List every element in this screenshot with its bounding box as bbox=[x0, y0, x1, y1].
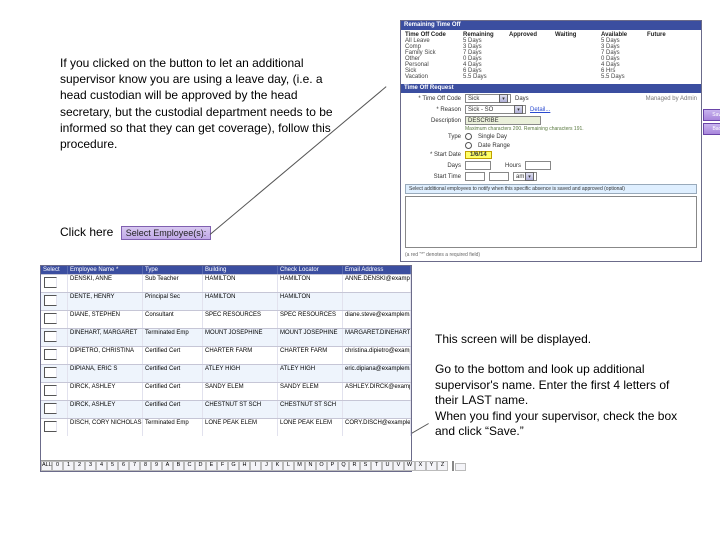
alpha-filter-W[interactable]: W bbox=[404, 461, 415, 471]
alpha-filter-Z[interactable]: Z bbox=[437, 461, 448, 471]
alpha-filter-M[interactable]: M bbox=[294, 461, 305, 471]
click-here-text: Click here bbox=[60, 225, 113, 239]
label-start-date: * Start Date bbox=[405, 152, 461, 158]
row-select-checkbox[interactable] bbox=[44, 349, 57, 360]
label-description: Description bbox=[405, 118, 461, 124]
alpha-filter-U[interactable]: U bbox=[382, 461, 393, 471]
detail-link[interactable]: Detail... bbox=[530, 107, 550, 113]
employee-table-header: Select Employee Name * Type Building Che… bbox=[41, 266, 411, 274]
label-reason: * Reason bbox=[405, 107, 461, 113]
alpha-filter-X[interactable]: X bbox=[415, 461, 426, 471]
employee-table: Select Employee Name * Type Building Che… bbox=[40, 265, 412, 472]
table-row: DIANE, STEPHENConsultantSPEC RESOURCESSP… bbox=[41, 310, 411, 328]
alpha-filter-S[interactable]: S bbox=[360, 461, 371, 471]
alpha-filter-V[interactable]: V bbox=[393, 461, 404, 471]
alpha-filter-P[interactable]: P bbox=[327, 461, 338, 471]
alpha-filter-B[interactable]: B bbox=[173, 461, 184, 471]
form-titlebar-request: Time Off Request bbox=[401, 84, 701, 93]
timeoff-form-panel: Remaining Time Off Time Off Code Remaini… bbox=[400, 20, 702, 262]
instruction-paragraph-1: If you clicked on the button to let an a… bbox=[60, 55, 350, 152]
label-type: Type bbox=[405, 134, 461, 140]
row-select-checkbox[interactable] bbox=[44, 367, 57, 378]
table-row: DINEHART, MARGARETTerminated EmpMOUNT JO… bbox=[41, 328, 411, 346]
alpha-filter-1[interactable]: 1 bbox=[63, 461, 74, 471]
label-days: Days bbox=[405, 163, 461, 169]
table-row: DENSKI, ANNESub TeacherHAMILTONHAMILTONA… bbox=[41, 274, 411, 292]
label-code: * Time Off Code bbox=[405, 96, 461, 102]
alpha-filter-4[interactable]: 4 bbox=[96, 461, 107, 471]
input-days[interactable] bbox=[465, 161, 491, 170]
row-select-checkbox[interactable] bbox=[44, 403, 57, 414]
alpha-filter-Q[interactable]: Q bbox=[338, 461, 349, 471]
alpha-filter-D[interactable]: D bbox=[195, 461, 206, 471]
alpha-filter-7[interactable]: 7 bbox=[129, 461, 140, 471]
alpha-filter-8[interactable]: 8 bbox=[140, 461, 151, 471]
row-select-checkbox[interactable] bbox=[44, 331, 57, 342]
alpha-filter-A[interactable]: A bbox=[162, 461, 173, 471]
alpha-filter-2[interactable]: 2 bbox=[74, 461, 85, 471]
select-reason[interactable]: Sick - SO▾ bbox=[465, 105, 526, 114]
alpha-filter-N[interactable]: N bbox=[305, 461, 316, 471]
alpha-filter-J[interactable]: J bbox=[261, 461, 272, 471]
input-start-date[interactable]: 1/6/14 bbox=[465, 151, 492, 159]
row-select-checkbox[interactable] bbox=[44, 277, 57, 288]
alpha-filter-T[interactable]: T bbox=[371, 461, 382, 471]
alpha-filter-3[interactable]: 3 bbox=[85, 461, 96, 471]
table-row: DENTE, HENRYPrincipal SecHAMILTONHAMILTO… bbox=[41, 292, 411, 310]
alpha-filter-5[interactable]: 5 bbox=[107, 461, 118, 471]
alpha-filter-F[interactable]: F bbox=[217, 461, 228, 471]
alpha-filter-9[interactable]: 9 bbox=[151, 461, 162, 471]
row-select-checkbox[interactable] bbox=[44, 295, 57, 306]
table-row: DIRCK, ASHLEYCertified CertSANDY ELEMSAN… bbox=[41, 382, 411, 400]
radio-single-day[interactable] bbox=[465, 133, 472, 140]
alpha-filter-O[interactable]: O bbox=[316, 461, 327, 471]
alpha-filter-R[interactable]: R bbox=[349, 461, 360, 471]
chevron-down-icon: ▾ bbox=[514, 105, 523, 114]
table-row: DIPIETRO, CHRISTINACertified CertCHARTER… bbox=[41, 346, 411, 364]
alpha-filter-L[interactable]: L bbox=[283, 461, 294, 471]
row-select-checkbox[interactable] bbox=[44, 421, 57, 432]
text-cursor-icon bbox=[455, 463, 466, 471]
input-hour[interactable] bbox=[465, 172, 485, 181]
instruction-caption-2: This screen will be displayed. bbox=[435, 332, 591, 346]
table-row: DIRCK, ASHLEYCertified CertCHESTNUT ST S… bbox=[41, 400, 411, 418]
row-select-checkbox[interactable] bbox=[44, 313, 57, 324]
remaining-grid: Time Off Code Remaining Approved Waiting… bbox=[401, 30, 701, 82]
alpha-filter-0[interactable]: 0 bbox=[52, 461, 63, 471]
notify-note: Select additional employees to notify wh… bbox=[405, 184, 697, 194]
alpha-filter-I[interactable]: I bbox=[250, 461, 261, 471]
alpha-filter-G[interactable]: G bbox=[228, 461, 239, 471]
alpha-filter-H[interactable]: H bbox=[239, 461, 250, 471]
form-titlebar-remaining: Remaining Time Off bbox=[401, 21, 701, 30]
save-button[interactable]: Save bbox=[703, 109, 720, 121]
label-hours: Hours bbox=[495, 163, 521, 169]
select-timeoff-code[interactable]: Sick▾ bbox=[465, 94, 511, 103]
alpha-filter-ALL[interactable]: ALL bbox=[41, 461, 52, 471]
chevron-down-icon: ▾ bbox=[525, 172, 534, 181]
label-start-time: Start Time bbox=[405, 174, 461, 180]
alpha-filter-C[interactable]: C bbox=[184, 461, 195, 471]
click-here-line: Click here Select Employee(s): bbox=[60, 225, 211, 240]
alpha-filter-Y[interactable]: Y bbox=[426, 461, 437, 471]
alpha-filter-E[interactable]: E bbox=[206, 461, 217, 471]
search-lastname-input[interactable] bbox=[452, 461, 454, 471]
chevron-down-icon: ▾ bbox=[499, 94, 508, 103]
back-button[interactable]: Back bbox=[703, 123, 720, 135]
select-employees-button-sample: Select Employee(s): bbox=[121, 226, 212, 240]
instruction-paragraph-3: Go to the bottom and look up additional … bbox=[435, 362, 685, 440]
alpha-filter-row: ALL0123456789ABCDEFGHIJKLMNOPQRSTUVWXYZ bbox=[41, 460, 411, 471]
input-description[interactable]: DESCRIBE bbox=[465, 116, 541, 125]
remaining-grid-row: Vacation5.5 Days5.5 Days bbox=[405, 74, 697, 80]
radio-date-range[interactable] bbox=[465, 142, 472, 149]
table-row: DIPIANA, ERIC SCertified CertATLEY HIGHA… bbox=[41, 364, 411, 382]
input-min[interactable] bbox=[489, 172, 509, 181]
select-ampm[interactable]: am▾ bbox=[513, 172, 537, 181]
row-select-checkbox[interactable] bbox=[44, 385, 57, 396]
notify-listbox[interactable] bbox=[405, 196, 697, 248]
alpha-filter-K[interactable]: K bbox=[272, 461, 283, 471]
table-row: DISCH, CORY NICHOLASTerminated EmpLONE P… bbox=[41, 418, 411, 436]
required-footnote: (a red “*” denotes a required field) bbox=[401, 250, 701, 260]
input-hours[interactable] bbox=[525, 161, 551, 170]
alpha-filter-6[interactable]: 6 bbox=[118, 461, 129, 471]
